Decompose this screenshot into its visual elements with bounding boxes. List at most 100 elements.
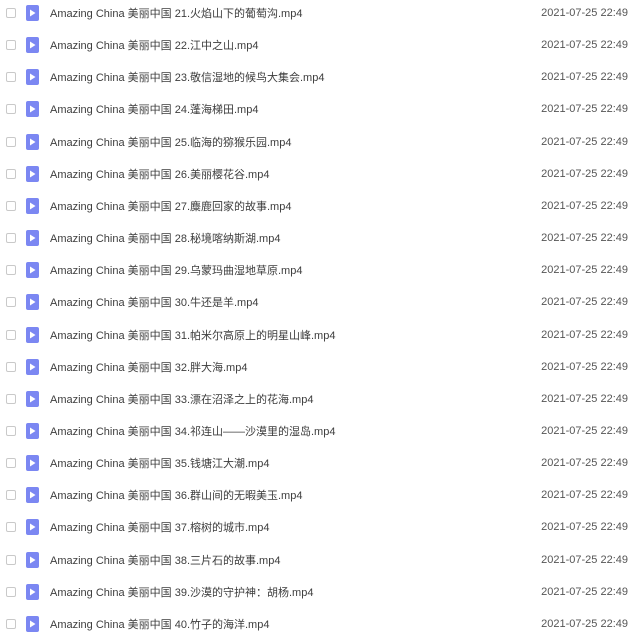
file-name[interactable]: Amazing China 美丽中国 33.漂在沼泽之上的花海.mp4 [50, 391, 313, 407]
file-name[interactable]: Amazing China 美丽中国 24.蓬海梯田.mp4 [50, 101, 258, 117]
file-name[interactable]: Amazing China 美丽中国 28.秘境喀纳斯湖.mp4 [50, 230, 280, 246]
file-row[interactable]: Amazing China 美丽中国 21.火焰山下的葡萄沟.mp4 2021-0… [0, 0, 640, 29]
modified-date: 2021-07-25 22:49 [541, 457, 628, 470]
video-file-icon [26, 487, 39, 504]
row-checkbox[interactable] [6, 8, 16, 18]
modified-date: 2021-07-25 22:49 [541, 199, 628, 212]
row-checkbox[interactable] [6, 458, 16, 469]
file-list: Amazing China 美丽中国 21.火焰山下的葡萄沟.mp4 2021-0… [0, 0, 640, 637]
row-checkbox[interactable] [6, 104, 16, 115]
modified-date: 2021-07-25 22:49 [541, 71, 628, 84]
modified-date: 2021-07-25 22:49 [541, 232, 628, 245]
row-checkbox[interactable] [6, 490, 16, 501]
row-checkbox[interactable] [6, 265, 16, 276]
file-name[interactable]: Amazing China 美丽中国 32.胖大海.mp4 [50, 359, 247, 375]
file-row[interactable]: Amazing China 美丽中国 37.榕树的城市.mp4 2021-07-2… [0, 511, 640, 543]
file-name[interactable]: Amazing China 美丽中国 22.江中之山.mp4 [50, 37, 258, 53]
video-file-icon [26, 551, 39, 568]
modified-date: 2021-07-25 22:49 [541, 617, 628, 630]
modified-date: 2021-07-25 22:49 [541, 328, 628, 341]
row-checkbox[interactable] [6, 618, 16, 629]
modified-date: 2021-07-25 22:49 [541, 167, 628, 180]
video-file-icon [26, 422, 39, 439]
modified-date: 2021-07-25 22:49 [541, 489, 628, 502]
video-file-icon [26, 165, 39, 182]
modified-date: 2021-07-25 22:49 [541, 585, 628, 598]
video-file-icon [26, 583, 39, 600]
file-name[interactable]: Amazing China 美丽中国 25.临海的猕猴乐园.mp4 [50, 134, 291, 150]
video-file-icon [26, 101, 39, 118]
row-checkbox[interactable] [6, 554, 16, 565]
video-file-icon [26, 230, 39, 247]
file-name[interactable]: Amazing China 美丽中国 23.敬信湿地的候鸟大集会.mp4 [50, 69, 324, 85]
video-file-icon [26, 262, 39, 279]
modified-date: 2021-07-25 22:49 [541, 360, 628, 373]
video-file-icon [26, 197, 39, 214]
file-row[interactable]: Amazing China 美丽中国 33.漂在沼泽之上的花海.mp4 2021-… [0, 383, 640, 415]
modified-date: 2021-07-25 22:49 [541, 103, 628, 116]
file-name[interactable]: Amazing China 美丽中国 30.牛还是羊.mp4 [50, 294, 258, 310]
file-row[interactable]: Amazing China 美丽中国 39.沙漠的守护神：胡杨.mp4 2021-… [0, 576, 640, 608]
video-file-icon [26, 519, 39, 536]
row-checkbox[interactable] [6, 586, 16, 597]
modified-date: 2021-07-25 22:49 [541, 135, 628, 148]
row-checkbox[interactable] [6, 136, 16, 147]
row-checkbox[interactable] [6, 297, 16, 308]
file-row[interactable]: Amazing China 美丽中国 31.帕米尔高原上的明星山峰.mp4 202… [0, 319, 640, 351]
file-name[interactable]: Amazing China 美丽中国 37.榕树的城市.mp4 [50, 519, 269, 535]
video-file-icon [26, 615, 39, 632]
row-checkbox[interactable] [6, 72, 16, 83]
row-checkbox[interactable] [6, 393, 16, 404]
file-row[interactable]: Amazing China 美丽中国 36.群山间的无暇美玉.mp4 2021-0… [0, 479, 640, 511]
file-row[interactable]: Amazing China 美丽中国 34.祁连山——沙漠里的湿岛.mp4 202… [0, 415, 640, 447]
row-checkbox[interactable] [6, 361, 16, 372]
modified-date: 2021-07-25 22:49 [541, 521, 628, 534]
modified-date: 2021-07-25 22:49 [541, 553, 628, 566]
video-file-icon [26, 5, 39, 21]
modified-date: 2021-07-25 22:49 [541, 424, 628, 437]
file-row[interactable]: Amazing China 美丽中国 38.三片石的故事.mp4 2021-07-… [0, 544, 640, 576]
file-name[interactable]: Amazing China 美丽中国 39.沙漠的守护神：胡杨.mp4 [50, 584, 313, 600]
file-name[interactable]: Amazing China 美丽中国 31.帕米尔高原上的明星山峰.mp4 [50, 327, 335, 343]
row-checkbox[interactable] [6, 522, 16, 533]
modified-date: 2021-07-25 22:49 [541, 392, 628, 405]
video-file-icon [26, 326, 39, 343]
row-checkbox[interactable] [6, 329, 16, 340]
video-file-icon [26, 455, 39, 472]
file-name[interactable]: Amazing China 美丽中国 27.麋鹿回家的故事.mp4 [50, 198, 291, 214]
file-row[interactable]: Amazing China 美丽中国 26.美丽樱花谷.mp4 2021-07-2… [0, 158, 640, 190]
video-file-icon [26, 294, 39, 311]
file-row[interactable]: Amazing China 美丽中国 29.乌蒙玛曲湿地草原.mp4 2021-0… [0, 254, 640, 286]
video-file-icon [26, 390, 39, 407]
video-file-icon [26, 37, 39, 54]
file-row[interactable]: Amazing China 美丽中国 30.牛还是羊.mp4 2021-07-25… [0, 286, 640, 318]
video-file-icon [26, 358, 39, 375]
file-name[interactable]: Amazing China 美丽中国 29.乌蒙玛曲湿地草原.mp4 [50, 262, 302, 278]
row-checkbox[interactable] [6, 40, 16, 51]
file-row[interactable]: Amazing China 美丽中国 23.敬信湿地的候鸟大集会.mp4 2021… [0, 61, 640, 93]
row-checkbox[interactable] [6, 200, 16, 211]
modified-date: 2021-07-25 22:49 [541, 264, 628, 277]
file-name[interactable]: Amazing China 美丽中国 35.钱塘江大潮.mp4 [50, 455, 269, 471]
file-row[interactable]: Amazing China 美丽中国 35.钱塘江大潮.mp4 2021-07-2… [0, 447, 640, 479]
file-name[interactable]: Amazing China 美丽中国 21.火焰山下的葡萄沟.mp4 [50, 5, 302, 21]
modified-date: 2021-07-25 22:49 [541, 39, 628, 52]
file-row[interactable]: Amazing China 美丽中国 22.江中之山.mp4 2021-07-25… [0, 29, 640, 61]
video-file-icon [26, 69, 39, 86]
file-row[interactable]: Amazing China 美丽中国 28.秘境喀纳斯湖.mp4 2021-07-… [0, 222, 640, 254]
modified-date: 2021-07-25 22:49 [541, 7, 628, 19]
file-row[interactable]: Amazing China 美丽中国 24.蓬海梯田.mp4 2021-07-25… [0, 93, 640, 125]
video-file-icon [26, 133, 39, 150]
file-row[interactable]: Amazing China 美丽中国 25.临海的猕猴乐园.mp4 2021-07… [0, 126, 640, 158]
file-name[interactable]: Amazing China 美丽中国 40.竹子的海洋.mp4 [50, 616, 269, 632]
file-name[interactable]: Amazing China 美丽中国 38.三片石的故事.mp4 [50, 552, 280, 568]
file-row[interactable]: Amazing China 美丽中国 32.胖大海.mp4 2021-07-25 … [0, 351, 640, 383]
row-checkbox[interactable] [6, 233, 16, 244]
file-name[interactable]: Amazing China 美丽中国 36.群山间的无暇美玉.mp4 [50, 487, 302, 503]
row-checkbox[interactable] [6, 425, 16, 436]
file-name[interactable]: Amazing China 美丽中国 34.祁连山——沙漠里的湿岛.mp4 [50, 423, 335, 439]
file-name[interactable]: Amazing China 美丽中国 26.美丽樱花谷.mp4 [50, 166, 269, 182]
row-checkbox[interactable] [6, 168, 16, 179]
file-row[interactable]: Amazing China 美丽中国 27.麋鹿回家的故事.mp4 2021-07… [0, 190, 640, 222]
file-row[interactable]: Amazing China 美丽中国 40.竹子的海洋.mp4 2021-07-2… [0, 608, 640, 637]
